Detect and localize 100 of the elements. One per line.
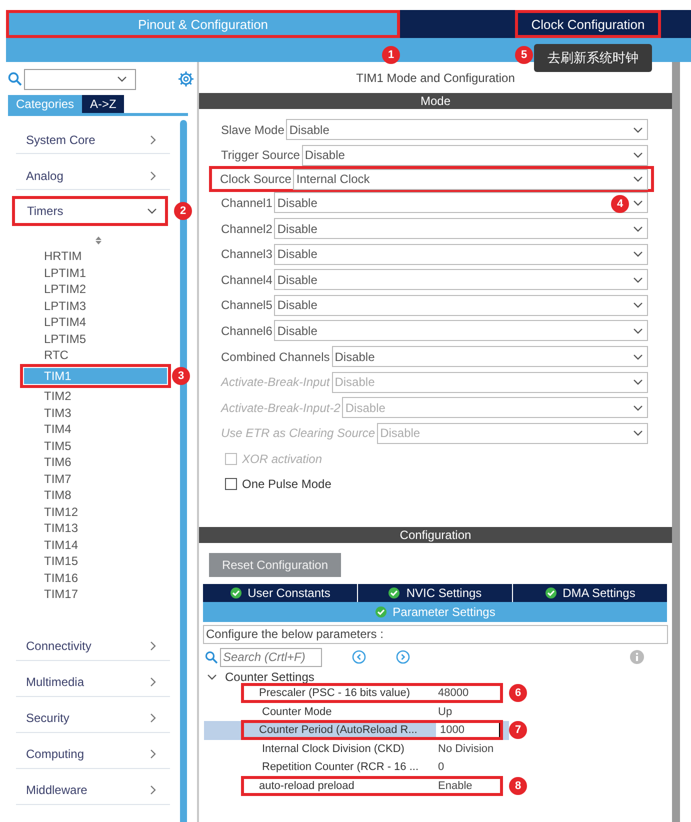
field-label: Activate-Break-Input (221, 375, 331, 390)
parameter-value: No Division (437, 742, 494, 756)
field-label: Channel3 (221, 247, 274, 262)
tab[interactable]: Clock Configuration (518, 13, 658, 35)
search-icon (205, 650, 218, 664)
callout-badge: 8 (509, 776, 527, 795)
dropdown[interactable]: Internal Clock (293, 168, 648, 190)
panel-title: TIM1 Mode and Configuration (355, 70, 516, 86)
category-item[interactable]: Connectivity (16, 624, 170, 660)
sort-icon (95, 236, 102, 245)
tree-item[interactable]: LPTIM2 (8, 281, 180, 298)
tab[interactable]: A->Z (82, 95, 124, 113)
callout-badge: 2 (174, 202, 192, 220)
checkbox[interactable] (225, 478, 237, 490)
parameter-row[interactable]: Repetition Counter (RCR - 16 ... 0 (204, 758, 509, 776)
group-header[interactable]: Counter Settings (199, 670, 672, 684)
field-label: Use ETR as Clearing Source (221, 426, 376, 440)
dropdown[interactable]: Disable (274, 244, 648, 265)
next-icon (396, 650, 410, 664)
parameter-name: Internal Clock Division (CKD) (261, 742, 406, 756)
tree-item[interactable]: RTC (8, 347, 180, 364)
parameter-value: 48000 (437, 686, 469, 700)
callout-badge: 7 (509, 721, 527, 740)
tree-item[interactable]: HRTIM (8, 248, 180, 264)
field-label: Slave Mode (221, 122, 286, 137)
dropdown[interactable]: Disable (274, 320, 648, 342)
category-item[interactable]: Multimedia (16, 660, 170, 696)
tree-item[interactable]: TIM8 (8, 487, 180, 504)
chevron-down-icon (633, 176, 643, 182)
parameter-value: 0 (437, 760, 444, 774)
field-label: Clock Source (220, 172, 292, 186)
tree-item[interactable]: TIM2 (8, 388, 180, 404)
chevron-down-icon (633, 200, 643, 206)
category-item[interactable]: Middleware (16, 768, 170, 804)
category-item[interactable]: Analog (16, 154, 170, 190)
chevron-down-icon (633, 404, 643, 411)
dropdown[interactable]: Disable (332, 346, 648, 368)
tree-item[interactable]: TIM5 (8, 438, 180, 454)
callout-badge: 4 (611, 195, 629, 214)
section-header: Configuration (199, 527, 672, 543)
tab[interactable]: DMA Settings (513, 584, 667, 602)
tree-item[interactable]: TIM4 (8, 421, 180, 438)
checkbox-label: XOR activation (242, 452, 322, 466)
scrollbar[interactable] (180, 120, 187, 822)
tree-item[interactable]: TIM13 (8, 520, 180, 536)
value-input[interactable]: 1000 (436, 723, 500, 738)
tree-item[interactable]: LPTIM5 (8, 330, 180, 347)
dropdown[interactable]: Disable (274, 294, 648, 316)
tree-item[interactable]: LPTIM4 (8, 314, 180, 330)
callout-badge: 3 (172, 366, 190, 385)
field-label: Trigger Source (221, 148, 301, 162)
chevron-right-icon (150, 677, 156, 687)
chevron-down-icon (633, 328, 643, 334)
chevron-down-icon (207, 674, 217, 680)
tree-item[interactable]: TIM7 (8, 470, 180, 487)
section-header: Mode (199, 93, 672, 109)
category-item[interactable]: Computing (16, 732, 170, 768)
dropdown[interactable]: Disable (302, 144, 648, 166)
settings-icon (178, 71, 194, 87)
search-field[interactable] (24, 68, 136, 90)
category-item[interactable]: Timers (15, 199, 165, 223)
tree-item[interactable]: TIM16 (8, 570, 180, 586)
check-circle-icon (230, 587, 242, 599)
hint-text: Configure the below parameters : (203, 625, 668, 644)
tree-item[interactable]: TIM15 (8, 553, 180, 570)
chevron-right-icon (150, 641, 156, 651)
search-field[interactable]: Search (Crtl+F) (220, 648, 322, 666)
category-item[interactable]: System Core (16, 118, 170, 154)
tree-item[interactable]: TIM14 (8, 536, 180, 553)
chevron-down-icon (633, 126, 643, 133)
tree-item[interactable]: LPTIM1 (8, 264, 180, 281)
dropdown[interactable]: Disable (274, 269, 648, 290)
tree-item[interactable]: LPTIM3 (8, 298, 180, 314)
tab[interactable]: User Constants (203, 584, 357, 602)
parameter-value: Enable (437, 778, 472, 793)
dropdown[interactable]: Disable (286, 119, 648, 140)
tab[interactable]: NVIC Settings (358, 584, 512, 602)
chevron-down-icon (633, 379, 643, 386)
chevron-down-icon (633, 302, 643, 308)
field-label: Activate-Break-Input-2 (221, 400, 342, 415)
parameter-name: auto-reload preload (258, 778, 356, 793)
category-item[interactable]: Security (16, 696, 170, 732)
parameter-row[interactable]: Counter Mode Up (204, 702, 509, 721)
callout-badge: 6 (509, 684, 527, 702)
tree-item[interactable]: TIM6 (8, 454, 180, 470)
tree-item[interactable]: TIM12 (8, 504, 180, 520)
scrollbar[interactable] (672, 62, 680, 822)
parameter-name: Counter Period (AutoReload R... (258, 723, 418, 738)
chevron-right-icon (150, 713, 156, 723)
dropdown[interactable]: Disable (274, 218, 648, 240)
tree-item[interactable]: TIM3 (8, 404, 180, 421)
chevron-down-icon (633, 226, 643, 232)
chevron-down-icon (117, 76, 127, 82)
tree-item[interactable]: TIM17 (8, 586, 180, 602)
check-circle-icon (374, 606, 387, 618)
chevron-down-icon (633, 430, 643, 436)
parameter-row[interactable]: Internal Clock Division (CKD) No Division (204, 740, 509, 758)
search-icon (8, 72, 22, 86)
tooltip: 去刷新系统时钟 (534, 44, 652, 72)
chevron-down-icon (633, 276, 643, 283)
